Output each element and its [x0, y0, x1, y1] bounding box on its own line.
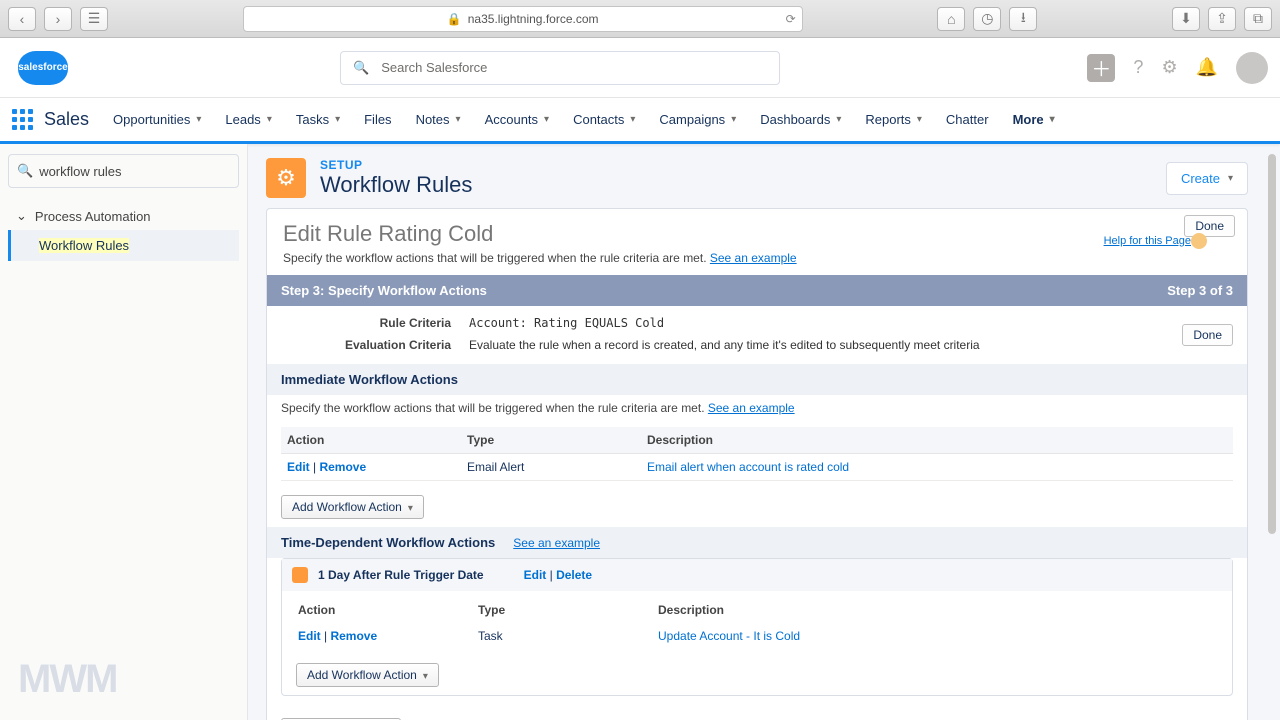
action-description-link[interactable]: Email alert when account is rated cold: [647, 460, 849, 474]
setup-gear-icon[interactable]: ⚙: [1161, 57, 1177, 78]
action-description-link[interactable]: Update Account - It is Cold: [658, 629, 800, 643]
sidebar-search-value: workflow rules: [39, 164, 121, 179]
immediate-actions-sub: Specify the workflow actions that will b…: [267, 395, 1247, 421]
scrollbar-thumb[interactable]: [1268, 154, 1276, 534]
nav-opportunities[interactable]: Opportunities▾: [103, 100, 211, 139]
edit-link[interactable]: Edit: [298, 629, 321, 643]
rule-criteria-label: Rule Criteria: [291, 316, 451, 330]
col-action: Action: [281, 427, 461, 454]
help-dot-icon: [1191, 233, 1207, 249]
nav-chatter[interactable]: Chatter: [936, 100, 999, 139]
sidebar-item-workflow-rules[interactable]: Workflow Rules: [8, 230, 239, 261]
chevron-down-icon: ▾: [1228, 173, 1233, 184]
page-kicker: SETUP: [320, 158, 472, 172]
table-row: Edit | Remove Email Alert Email alert wh…: [281, 454, 1233, 481]
col-description: Description: [652, 597, 1222, 623]
setup-sidebar: 🔍 workflow rules ⌄ Process Automation Wo…: [0, 144, 248, 720]
nav-accounts[interactable]: Accounts▾: [475, 100, 560, 139]
sidebar-toggle-button[interactable]: ☰: [80, 7, 108, 31]
table-row: Edit | Remove Task Update Account - It i…: [292, 623, 1222, 649]
col-description: Description: [641, 427, 1233, 454]
add-workflow-action-button[interactable]: Add Workflow Action▾: [296, 663, 439, 687]
see-example-link[interactable]: See an example: [513, 536, 600, 550]
edit-rule-title: Edit Rule Rating Cold: [267, 209, 1247, 251]
search-icon: 🔍: [17, 163, 33, 179]
time-dependent-table: Action Type Description Edit | Remove Ta…: [292, 597, 1222, 649]
col-type: Type: [472, 597, 652, 623]
delete-trigger-link[interactable]: Delete: [556, 568, 592, 582]
forward-button[interactable]: ›: [44, 7, 72, 31]
app-header: salesforce 🔍 Search Salesforce ＋ ? ⚙ 🔔: [0, 38, 1280, 98]
remove-link[interactable]: Remove: [319, 460, 366, 474]
gear-icon: ⚙: [266, 158, 306, 198]
edit-rule-subtext: Specify the workflow actions that will b…: [267, 251, 1247, 275]
nav-campaigns[interactable]: Campaigns▾: [649, 100, 746, 139]
see-example-link[interactable]: See an example: [708, 401, 795, 415]
evaluation-criteria-label: Evaluation Criteria: [291, 338, 451, 352]
home-button[interactable]: ⌂: [937, 7, 965, 31]
share-button[interactable]: ⇪: [1208, 7, 1236, 31]
history-button[interactable]: ◷: [973, 7, 1001, 31]
sidebar-section-process-automation[interactable]: ⌄ Process Automation: [8, 202, 239, 230]
immediate-actions-table: Action Type Description Edit | Remove Em…: [281, 427, 1233, 481]
search-placeholder: Search Salesforce: [381, 60, 487, 75]
done-button[interactable]: Done: [1184, 215, 1235, 237]
back-button[interactable]: ‹: [8, 7, 36, 31]
downloads-button[interactable]: ⭳: [1009, 7, 1037, 31]
edit-trigger-link[interactable]: Edit: [524, 568, 547, 582]
done-button-inner[interactable]: Done: [1182, 324, 1233, 346]
nav-leads[interactable]: Leads▾: [215, 100, 281, 139]
step-bar: Step 3: Specify Workflow Actions Step 3 …: [267, 275, 1247, 306]
action-type: Email Alert: [461, 454, 641, 481]
create-button[interactable]: Create▾: [1166, 162, 1248, 195]
page-title: Workflow Rules: [320, 172, 472, 198]
nav-files[interactable]: Files: [354, 100, 401, 139]
evaluation-criteria-value: Evaluate the rule when a record is creat…: [469, 338, 980, 352]
chevron-down-icon: ▾: [196, 114, 201, 125]
see-example-link[interactable]: See an example: [710, 251, 797, 265]
refresh-icon[interactable]: ⟳: [786, 12, 796, 26]
col-type: Type: [461, 427, 641, 454]
url-text: na35.lightning.force.com: [468, 12, 599, 26]
clock-icon: [292, 567, 308, 583]
download-indicator[interactable]: ⬇: [1172, 7, 1200, 31]
trigger-label: 1 Day After Rule Trigger Date: [318, 568, 484, 582]
global-search[interactable]: 🔍 Search Salesforce: [340, 51, 780, 85]
app-launcher-icon[interactable]: [12, 109, 34, 131]
address-bar[interactable]: 🔒 na35.lightning.force.com ⟳: [243, 6, 803, 32]
app-name: Sales: [44, 109, 89, 130]
nav-reports[interactable]: Reports▾: [855, 100, 932, 139]
nav-dashboards[interactable]: Dashboards▾: [750, 100, 851, 139]
watermark: MWM: [18, 657, 116, 702]
notifications-icon[interactable]: 🔔: [1196, 57, 1218, 78]
add-workflow-action-button[interactable]: Add Workflow Action▾: [281, 495, 424, 519]
immediate-actions-header: Immediate Workflow Actions: [267, 364, 1247, 395]
salesforce-logo[interactable]: salesforce: [18, 51, 68, 85]
nav-bar: Sales Opportunities▾ Leads▾ Tasks▾ Files…: [0, 98, 1280, 144]
help-icon[interactable]: ?: [1133, 57, 1143, 78]
add-button[interactable]: ＋: [1087, 54, 1115, 82]
lock-icon: 🔒: [447, 12, 462, 26]
help-for-page-link[interactable]: Help for this Page: [1104, 235, 1191, 247]
col-action: Action: [292, 597, 472, 623]
nav-contacts[interactable]: Contacts▾: [563, 100, 645, 139]
sidebar-search[interactable]: 🔍 workflow rules: [8, 154, 239, 188]
time-dependent-header: Time-Dependent Workflow Actions See an e…: [267, 527, 1247, 558]
remove-link[interactable]: Remove: [330, 629, 377, 643]
time-trigger-box: 1 Day After Rule Trigger Date Edit | Del…: [281, 558, 1233, 696]
browser-toolbar: ‹ › ☰ 🔒 na35.lightning.force.com ⟳ ⌂ ◷ ⭳…: [0, 0, 1280, 38]
workflow-card: Done Help for this Page Edit Rule Rating…: [266, 208, 1248, 720]
nav-notes[interactable]: Notes▾: [406, 100, 471, 139]
main-content: ⚙ SETUP Workflow Rules Create▾ Done Help…: [248, 144, 1280, 720]
action-type: Task: [472, 623, 652, 649]
nav-tasks[interactable]: Tasks▾: [286, 100, 350, 139]
user-avatar[interactable]: [1236, 52, 1268, 84]
edit-link[interactable]: Edit: [287, 460, 310, 474]
chevron-down-icon: ⌄: [16, 208, 27, 224]
rule-criteria-value: Account: Rating EQUALS Cold: [469, 316, 664, 330]
search-icon: 🔍: [353, 60, 369, 76]
tabs-button[interactable]: ⧉: [1244, 7, 1272, 31]
nav-more[interactable]: More▾: [1003, 100, 1065, 139]
